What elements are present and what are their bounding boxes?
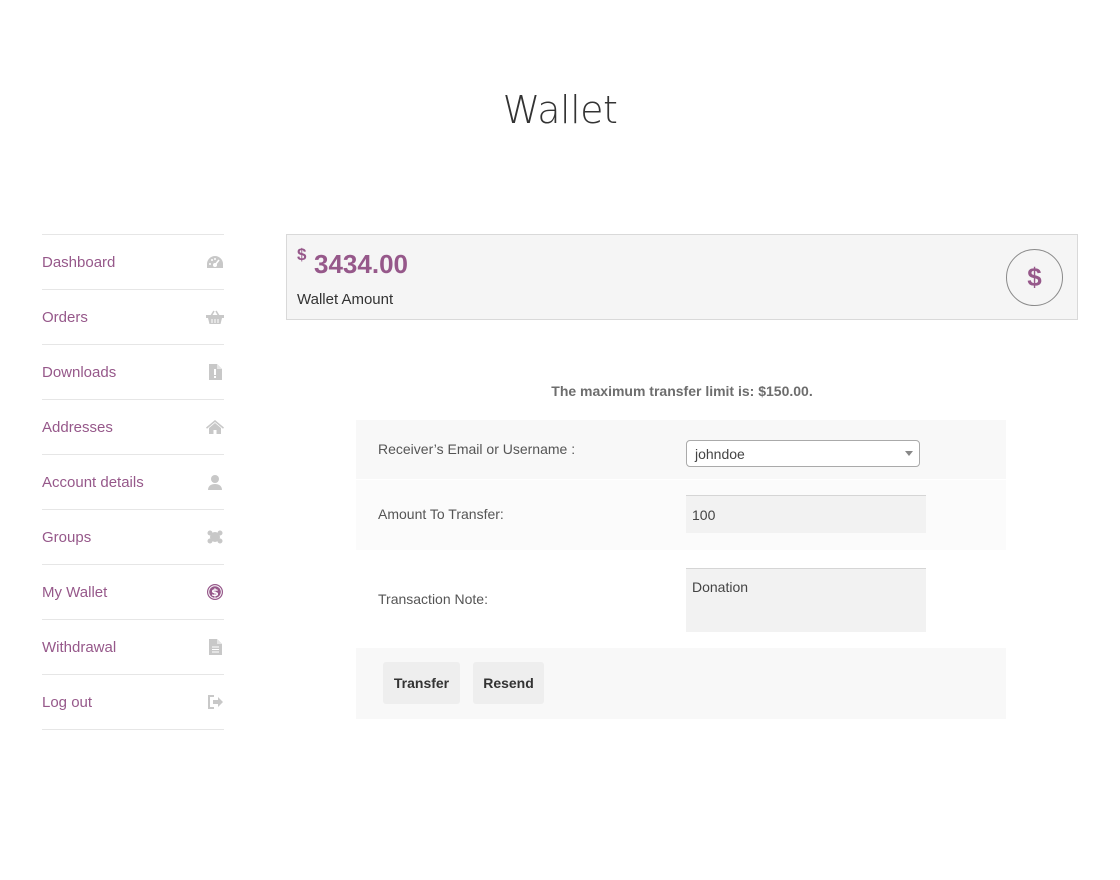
chevron-down-icon <box>905 451 913 456</box>
currency-symbol: $ <box>297 245 307 264</box>
document-icon <box>206 638 224 656</box>
transaction-note-textarea[interactable]: Donation <box>686 568 926 632</box>
receiver-row: Receiver’s Email or Username : johndoe <box>356 420 1006 480</box>
sign-out-icon <box>206 693 224 711</box>
svg-text:$: $ <box>211 586 219 599</box>
sidebar-item-orders[interactable]: Orders <box>42 290 224 345</box>
basket-icon <box>206 308 224 326</box>
resend-button[interactable]: Resend <box>473 662 544 704</box>
sidebar-item-groups[interactable]: Groups <box>42 510 224 565</box>
wallet-balance-card: $ 3434.00 Wallet Amount $ <box>286 234 1078 320</box>
file-download-icon <box>206 363 224 381</box>
sidebar-item-my-wallet[interactable]: My Wallet $ <box>42 565 224 620</box>
sidebar-item-label: Downloads <box>42 363 117 381</box>
receiver-label: Receiver’s Email or Username : <box>378 441 576 457</box>
sidebar-item-label: Withdrawal <box>42 638 117 656</box>
sidebar-item-label: Log out <box>42 693 93 711</box>
sidebar-item-addresses[interactable]: Addresses <box>42 400 224 455</box>
sidebar-item-label: Account details <box>42 473 144 491</box>
sidebar-item-downloads[interactable]: Downloads <box>42 345 224 400</box>
transfer-button[interactable]: Transfer <box>383 662 460 704</box>
actions-row: Transfer Resend <box>356 648 1006 720</box>
note-label: Transaction Note: <box>378 591 488 607</box>
note-row: Transaction Note: Donation <box>356 551 1006 648</box>
sidebar-item-dashboard[interactable]: Dashboard <box>42 235 224 290</box>
sidebar-item-account-details[interactable]: Account details <box>42 455 224 510</box>
transfer-limit-notice: The maximum transfer limit is: $150.00. <box>551 383 813 399</box>
sidebar-item-log-out[interactable]: Log out <box>42 675 224 730</box>
user-icon <box>206 473 224 491</box>
receiver-selected-value: johndoe <box>695 446 745 462</box>
sidebar-item-label: Orders <box>42 308 88 326</box>
page-title: Wallet <box>502 88 618 132</box>
wallet-amount-label: Wallet Amount <box>297 291 394 308</box>
receiver-select[interactable]: johndoe <box>686 440 920 467</box>
dollar-circle-icon: $ <box>206 583 224 601</box>
account-navigation: Dashboard Orders Downloads Addresses Acc… <box>42 234 224 730</box>
sidebar-item-label: Dashboard <box>42 253 116 271</box>
dollar-badge-icon: $ <box>1006 249 1063 306</box>
amount-row: Amount To Transfer: <box>356 480 1006 551</box>
amount-label: Amount To Transfer: <box>378 506 504 522</box>
dashboard-gauge-icon <box>206 253 224 271</box>
sidebar-item-label: Addresses <box>42 418 113 436</box>
transfer-form: Receiver’s Email or Username : johndoe A… <box>356 420 1006 720</box>
amount-input[interactable] <box>686 495 926 533</box>
group-icon <box>206 528 224 546</box>
sidebar-item-withdrawal[interactable]: Withdrawal <box>42 620 224 675</box>
sidebar-item-label: My Wallet <box>42 583 108 601</box>
home-icon <box>206 418 224 436</box>
sidebar-item-label: Groups <box>42 528 92 546</box>
wallet-amount: 3434.00 <box>314 249 408 279</box>
